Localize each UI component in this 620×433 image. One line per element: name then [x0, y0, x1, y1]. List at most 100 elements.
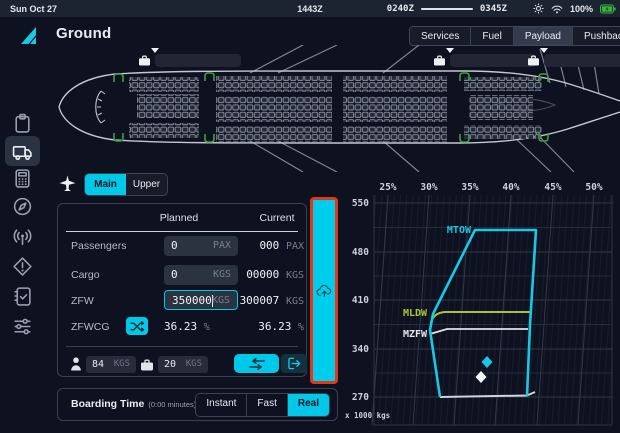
mzfw-label: MZFW	[403, 329, 428, 340]
cargo-station-aft	[433, 53, 536, 67]
svg-text:410: 410	[352, 295, 369, 306]
column-header-planned: Planned	[139, 212, 219, 224]
option-real[interactable]: Real	[287, 394, 329, 416]
briefcase-icon	[138, 55, 151, 66]
briefcase-icon	[433, 55, 446, 66]
sidebar-item-failures[interactable]	[12, 256, 33, 277]
cargo-fwd-input[interactable]	[155, 54, 241, 67]
sidebar-item-settings[interactable]	[12, 316, 33, 337]
page-title: Ground	[56, 25, 111, 42]
input-unit: KGS	[186, 356, 202, 373]
input-value: 0	[171, 236, 178, 256]
checklist-icon	[12, 286, 33, 307]
panel-separator	[66, 346, 298, 347]
transfer-arrows-icon	[247, 358, 267, 370]
briefcase-icon	[527, 55, 540, 66]
y-axis-unit: x 1000 kgs	[345, 411, 390, 420]
column-header-current: Current	[237, 212, 317, 224]
input-value: 20	[164, 356, 176, 373]
flypad-ground-payload-screen: Sun Oct 27 1443Z 0240Z 0345Z 100%	[0, 0, 620, 433]
tab-payload[interactable]: Payload	[513, 27, 572, 45]
gear-icon[interactable]	[533, 3, 544, 14]
sidebar-item-performance[interactable]	[12, 168, 33, 189]
exit-door-icon	[287, 357, 302, 370]
sidebar-item-navigation[interactable]	[12, 196, 33, 217]
cloud-arrow-icon	[316, 284, 333, 298]
boarding-gauge-button[interactable]	[310, 197, 338, 384]
boarding-time-label: Boarding Time(0:00 minutes)	[71, 389, 196, 420]
cargo-bulk-input[interactable]	[544, 54, 620, 67]
dropdown-caret-icon	[540, 48, 548, 53]
input-value: 84	[92, 356, 104, 373]
cg-envelope-chart: 25% 30% 35% 40% 45% 50% 550 480 410 340 …	[343, 177, 620, 433]
sidebar-item-checklists[interactable]	[12, 286, 33, 307]
row-label: Cargo	[71, 265, 100, 285]
transfer-payload-button[interactable]	[234, 354, 279, 373]
arrival-time: 0345Z	[480, 4, 507, 14]
deck-selector: Main Upper	[84, 173, 168, 196]
current-value: 000 PAX	[208, 236, 304, 257]
svg-text:40%: 40%	[502, 182, 519, 193]
status-bar: Sun Oct 27 1443Z 0240Z 0345Z 100%	[0, 0, 620, 17]
mldw-label: MLDW	[403, 308, 428, 319]
boarding-time-estimate: (0:00 minutes)	[148, 400, 196, 409]
svg-text:45%: 45%	[544, 182, 561, 193]
elapsed-time: 0240Z	[387, 4, 414, 14]
deboard-button[interactable]	[281, 354, 307, 373]
sidebar-item-atc[interactable]	[12, 226, 33, 247]
header-rule	[66, 231, 298, 232]
zfwcg-shuffle-button[interactable]	[126, 317, 148, 335]
current-value: 36.23 %	[208, 317, 304, 338]
battery-icon	[600, 4, 616, 14]
svg-text:25%: 25%	[379, 182, 396, 193]
current-value: 300007 KGS	[208, 291, 304, 312]
cargo-aft-input[interactable]	[450, 54, 536, 67]
dropdown-caret-icon	[151, 48, 159, 53]
planned-zfwcg: 36.23 %	[164, 317, 210, 338]
compass-icon	[12, 196, 33, 217]
x-tick-labels: 25% 30% 35% 40% 45% 50%	[379, 182, 602, 193]
flight-progress-bar	[421, 8, 473, 10]
boarding-time-panel: Boarding Time(0:00 minutes) Instant Fast…	[57, 388, 338, 421]
svg-text:50%: 50%	[585, 182, 602, 193]
bag-weight-input[interactable]: 20 KGS	[158, 356, 208, 373]
broadcast-icon	[12, 226, 33, 247]
calculator-icon	[12, 168, 33, 189]
tab-pushback[interactable]: Pushback	[572, 27, 620, 45]
input-value: 350000	[172, 291, 212, 311]
option-instant[interactable]: Instant	[196, 394, 246, 416]
dropdown-caret-icon	[446, 48, 454, 53]
y-tick-labels: 550 480 410 340 270	[352, 198, 369, 403]
sliders-icon	[12, 316, 33, 337]
sidebar-item-dispatch[interactable]	[12, 113, 33, 134]
payload-panel: Planned Current Passengers 0 PAX 000 PAX…	[57, 203, 307, 377]
person-icon	[70, 357, 82, 376]
sidebar-nav	[0, 48, 45, 433]
pax-weight-input[interactable]: 84 KGS	[86, 356, 136, 373]
tab-upper-deck[interactable]: Upper	[126, 174, 167, 195]
current-value: 00000 KGS	[208, 265, 304, 286]
tab-services[interactable]: Services	[410, 27, 470, 45]
flybywire-logo	[20, 26, 38, 50]
shuffle-icon	[130, 321, 145, 332]
cargo-station-bulk	[527, 53, 620, 67]
clipboard-icon	[12, 113, 33, 134]
briefcase-icon	[140, 358, 154, 376]
airplane-icon	[59, 175, 76, 197]
tab-fuel[interactable]: Fuel	[470, 27, 512, 45]
option-fast[interactable]: Fast	[246, 394, 286, 416]
wifi-icon	[551, 4, 563, 14]
svg-text:550: 550	[352, 198, 369, 209]
svg-text:35%: 35%	[461, 182, 478, 193]
seat-rows[interactable]	[129, 76, 542, 142]
svg-text:30%: 30%	[420, 182, 437, 193]
sidebar-item-ground[interactable]	[12, 141, 33, 162]
tab-main-deck[interactable]: Main	[85, 174, 126, 195]
svg-text:480: 480	[352, 247, 369, 258]
warning-diamond-icon	[12, 256, 33, 277]
row-label: ZFWCG	[71, 317, 110, 337]
battery-percent: 100%	[570, 4, 593, 14]
mtow-label: MTOW	[447, 225, 472, 236]
header-tab-bar: Services Fuel Payload Pushback	[409, 26, 620, 46]
truck-icon	[12, 141, 33, 162]
